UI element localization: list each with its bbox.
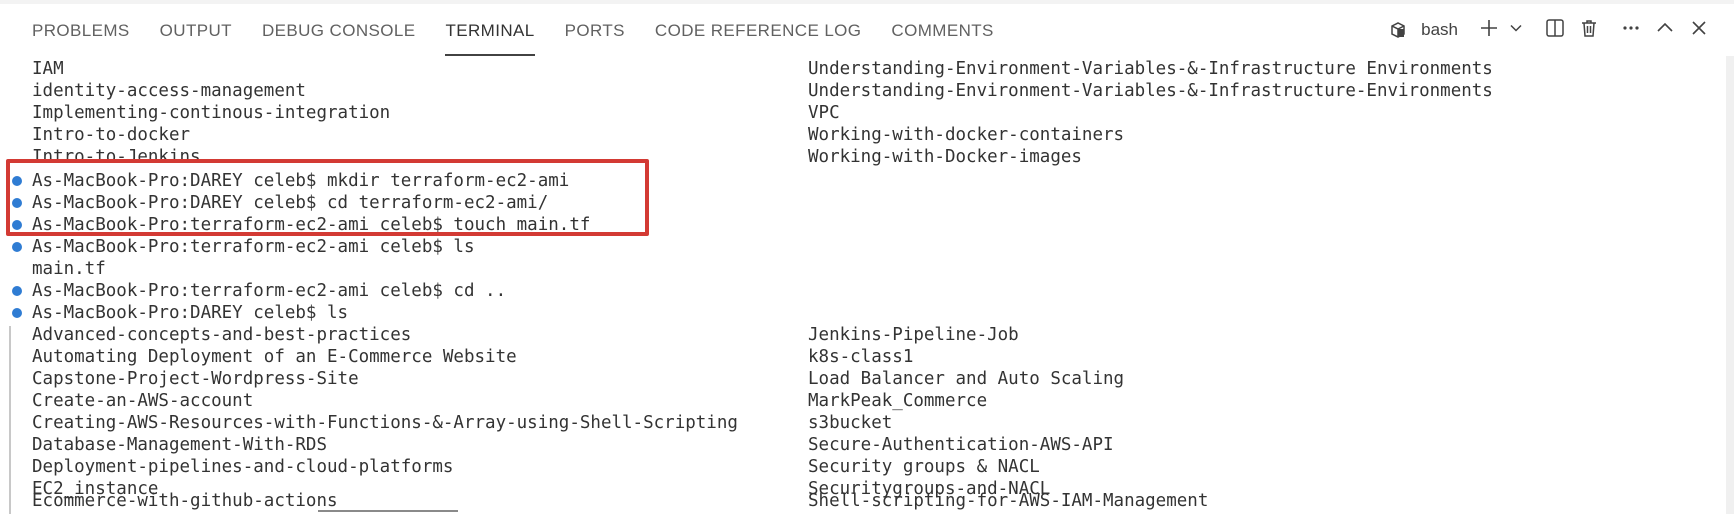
terminal-shell-icon bbox=[1381, 20, 1415, 40]
terminal-profile-dropdown[interactable] bbox=[1506, 4, 1526, 56]
annotation-highlight-box bbox=[6, 159, 649, 236]
listing-entry: Database-Management-With-RDS bbox=[32, 435, 328, 455]
tab-output[interactable]: OUTPUT bbox=[160, 4, 232, 56]
command-line: As-MacBook-Pro:terraform-ec2-ami celeb$ … bbox=[32, 237, 475, 257]
listing-entry: Capstone-Project-Wordpress-Site bbox=[32, 369, 359, 389]
close-icon bbox=[1689, 18, 1709, 43]
command-output-gutter bbox=[9, 326, 11, 514]
listing-entry: Understanding-Environment-Variables-&-In… bbox=[808, 59, 1493, 79]
tab-comments[interactable]: COMMENTS bbox=[891, 4, 993, 56]
command-decoration-icon[interactable] bbox=[12, 242, 22, 252]
terminal-toolbar: bash bbox=[1381, 4, 1716, 56]
split-icon bbox=[1545, 18, 1565, 43]
plus-icon bbox=[1479, 18, 1499, 43]
partial-underline bbox=[318, 510, 458, 512]
listing-entry: identity-access-management bbox=[32, 81, 306, 101]
more-actions-button[interactable] bbox=[1614, 4, 1648, 56]
terminal-scrollbar[interactable] bbox=[1726, 56, 1734, 514]
listing-entry: Secure-Authentication-AWS-API bbox=[808, 435, 1114, 455]
command-decoration-icon[interactable] bbox=[12, 286, 22, 296]
tab-ports[interactable]: PORTS bbox=[565, 4, 625, 56]
split-terminal-button[interactable] bbox=[1538, 4, 1572, 56]
listing-entry: Working-with-Docker-images bbox=[808, 147, 1082, 167]
listing-entry: Shell-scripting-for-AWS-IAM-Management bbox=[808, 491, 1209, 511]
tab-debug-console[interactable]: DEBUG CONSOLE bbox=[262, 4, 416, 56]
chevron-up-icon bbox=[1655, 18, 1675, 43]
shell-selector[interactable]: bash bbox=[1381, 4, 1472, 56]
listing-entry: Jenkins-Pipeline-Job bbox=[808, 325, 1019, 345]
chevron-down-icon bbox=[1509, 21, 1523, 40]
listing-entry: VPC bbox=[808, 103, 840, 123]
close-panel-button[interactable] bbox=[1682, 4, 1716, 56]
listing-entry: Automating Deployment of an E-Commerce W… bbox=[32, 347, 517, 367]
tab-code-reference-log[interactable]: CODE REFERENCE LOG bbox=[655, 4, 862, 56]
tab-problems[interactable]: PROBLEMS bbox=[32, 4, 130, 56]
new-terminal-button[interactable] bbox=[1472, 4, 1506, 56]
listing-entry: Intro-to-docker bbox=[32, 125, 191, 145]
listing-entry: MarkPeak_Commerce bbox=[808, 391, 988, 411]
command-line: As-MacBook-Pro:DAREY celeb$ ls bbox=[32, 303, 349, 323]
listing-entry: IAM bbox=[32, 59, 64, 79]
kill-terminal-button[interactable] bbox=[1572, 4, 1606, 56]
command-line: As-MacBook-Pro:terraform-ec2-ami celeb$ … bbox=[32, 281, 507, 301]
listing-entry: Deployment-pipelines-and-cloud-platforms bbox=[32, 457, 454, 477]
listing-entry: Ecommerce-with-github-actions bbox=[32, 491, 338, 511]
shell-name: bash bbox=[1421, 20, 1458, 39]
listing-entry: Working-with-docker-containers bbox=[808, 125, 1125, 145]
listing-entry: Understanding-Environment-Variables-&-In… bbox=[808, 81, 1493, 101]
command-output: main.tf bbox=[32, 259, 106, 279]
listing-entry: s3bucket bbox=[808, 413, 893, 433]
listing-entry: k8s-class1 bbox=[808, 347, 914, 367]
command-decoration-icon[interactable] bbox=[12, 308, 22, 318]
listing-entry: Implementing-continous-integration bbox=[32, 103, 391, 123]
listing-entry: Create-an-AWS-account bbox=[32, 391, 254, 411]
listing-entry: Creating-AWS-Resources-with-Functions-&-… bbox=[32, 413, 738, 433]
trash-icon bbox=[1579, 18, 1599, 43]
ellipsis-icon bbox=[1621, 18, 1641, 43]
maximize-panel-button[interactable] bbox=[1648, 4, 1682, 56]
tab-terminal[interactable]: TERMINAL bbox=[445, 4, 535, 56]
listing-entry: Advanced-concepts-and-best-practices bbox=[32, 325, 412, 345]
listing-entry: Security groups & NACL bbox=[808, 457, 1040, 477]
listing-entry: Load Balancer and Auto Scaling bbox=[808, 369, 1125, 389]
terminal-output[interactable]: IAM identity-access-management Implement… bbox=[0, 56, 1734, 514]
